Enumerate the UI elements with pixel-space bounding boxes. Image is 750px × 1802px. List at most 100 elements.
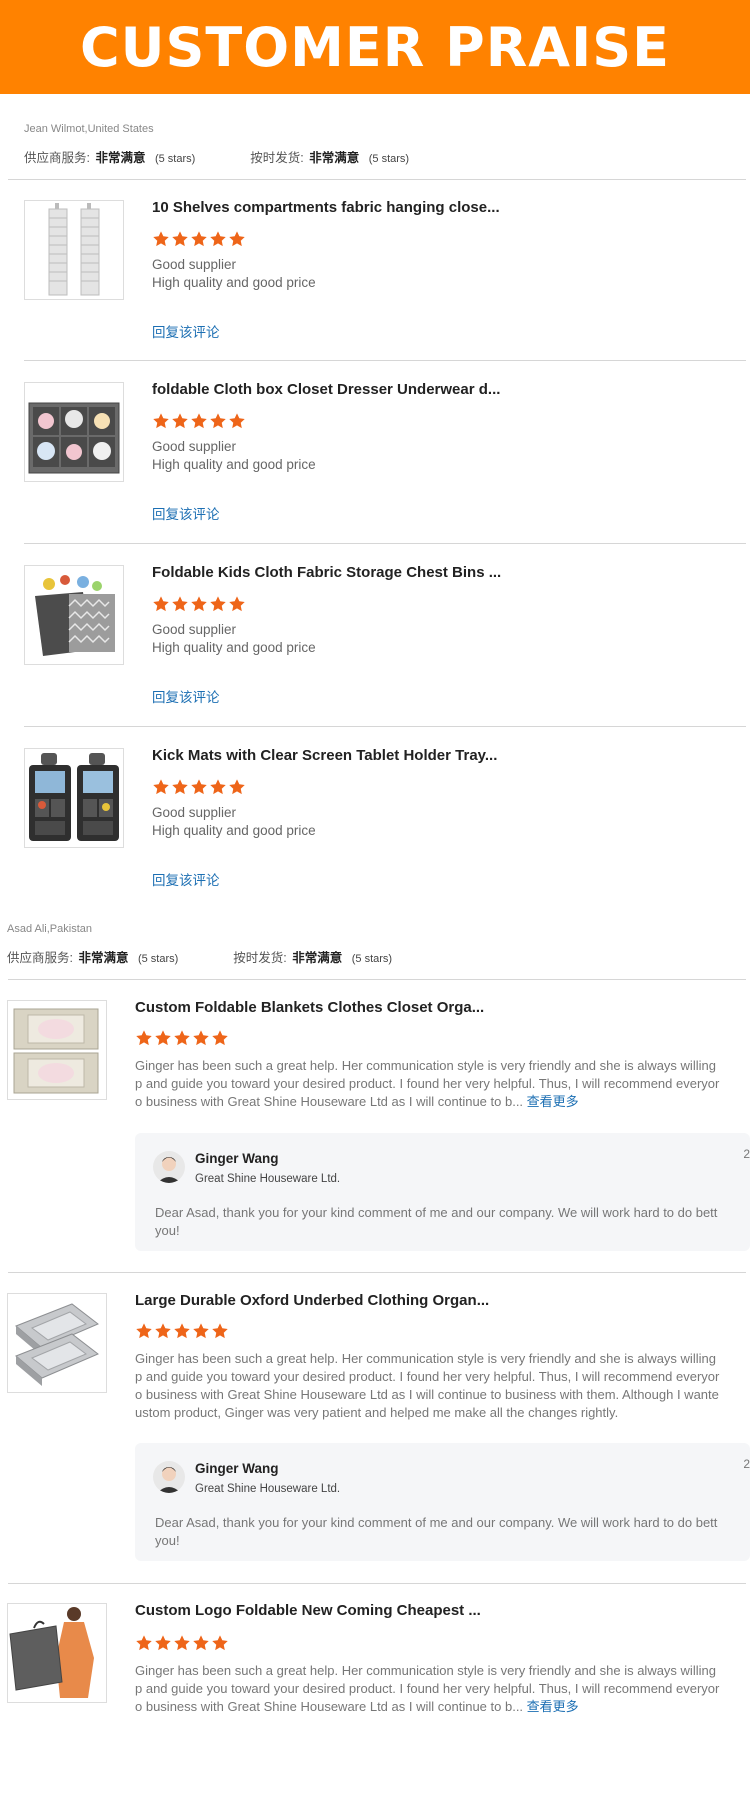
star-icon (136, 1635, 152, 1651)
star-icon (193, 1635, 209, 1651)
reply-comment-link[interactable]: 回复该评论 (152, 686, 220, 706)
star-icon (193, 1323, 209, 1339)
star-icon (174, 1635, 190, 1651)
star-icon (229, 231, 245, 247)
star-icon (229, 596, 245, 612)
star-icon (136, 1323, 152, 1339)
responder-company: Great Shine Houseware Ltd. (195, 1483, 341, 1495)
review-text: Ginger has been such a great help. Her c… (135, 1351, 720, 1420)
service-label: 供应商服务: (24, 151, 90, 165)
star-icon (153, 596, 169, 612)
star-icon (172, 413, 188, 429)
star-rating (152, 412, 247, 430)
responder-company: Great Shine Houseware Ltd. (195, 1173, 341, 1185)
star-rating (135, 1322, 230, 1340)
delivery-value: 非常满意 (292, 951, 343, 965)
star-icon (210, 596, 226, 612)
star-icon (229, 413, 245, 429)
delivery-stars: (5 stars) (351, 953, 393, 965)
review-text: Good supplier High quality and good pric… (152, 439, 316, 472)
see-more-link[interactable]: 查看更多 (527, 1699, 579, 1714)
star-icon (136, 1030, 152, 1046)
service-label: 供应商服务: (7, 951, 73, 965)
star-icon (193, 1030, 209, 1046)
review-text: Good supplier High quality and good pric… (152, 805, 316, 838)
review-text: Good supplier High quality and good pric… (152, 622, 316, 655)
review-text: Ginger has been such a great help. Her c… (135, 1663, 720, 1714)
responder-name: Ginger Wang (195, 1461, 279, 1476)
product-title[interactable]: Foldable Kids Cloth Fabric Storage Chest… (152, 564, 501, 581)
star-rating (152, 230, 247, 248)
supplier-response: Ginger Wang Great Shine Houseware Ltd. 2… (135, 1133, 750, 1251)
product-title[interactable]: 10 Shelves compartments fabric hanging c… (152, 199, 500, 216)
service-value: 非常满意 (78, 951, 129, 965)
product-image-blanket-bag[interactable] (7, 1000, 107, 1100)
star-icon (174, 1030, 190, 1046)
star-icon (153, 413, 169, 429)
customer-praise-banner: CUSTOMER PRAISE (0, 0, 750, 94)
avatar (153, 1151, 185, 1183)
product-title[interactable]: Custom Foldable Blankets Clothes Closet … (135, 999, 484, 1016)
divider (24, 543, 746, 544)
product-title[interactable]: Kick Mats with Clear Screen Tablet Holde… (152, 747, 497, 764)
star-icon (155, 1323, 171, 1339)
reply-comment-link[interactable]: 回复该评论 (152, 321, 220, 341)
product-image-drawer-organizer[interactable] (24, 382, 124, 482)
star-rating (135, 1029, 230, 1047)
star-icon (172, 231, 188, 247)
product-image-car-seat-organizer[interactable] (24, 748, 124, 848)
service-stars: (5 stars) (154, 153, 196, 165)
star-icon (191, 779, 207, 795)
star-icon (172, 596, 188, 612)
response-text: Dear Asad, thank you for your kind comme… (155, 1205, 718, 1238)
responder-name: Ginger Wang (195, 1151, 279, 1166)
response-text: Dear Asad, thank you for your kind comme… (155, 1515, 718, 1548)
star-rating (152, 778, 247, 796)
supplier-ratings: 供应商服务: 非常满意 (5 stars) 按时发货: 非常满意 (5 star… (24, 147, 409, 166)
product-title[interactable]: Custom Logo Foldable New Coming Cheapest… (135, 1602, 481, 1619)
product-image-toy-chest[interactable] (24, 565, 124, 665)
star-icon (155, 1030, 171, 1046)
reviewer-name: Jean Wilmot,United States (24, 123, 154, 135)
delivery-value: 非常满意 (309, 151, 360, 165)
star-icon (191, 231, 207, 247)
star-icon (212, 1323, 228, 1339)
star-rating (152, 595, 247, 613)
star-icon (191, 596, 207, 612)
star-icon (229, 779, 245, 795)
star-icon (212, 1030, 228, 1046)
response-date: 2 (743, 1147, 750, 1161)
star-rating (135, 1634, 230, 1652)
banner-title: CUSTOMER PRAISE (80, 15, 670, 79)
service-value: 非常满意 (95, 151, 146, 165)
review-text: Good supplier High quality and good pric… (152, 257, 316, 290)
star-icon (210, 413, 226, 429)
reply-comment-link[interactable]: 回复该评论 (152, 503, 220, 523)
star-icon (212, 1635, 228, 1651)
review-text: Ginger has been such a great help. Her c… (135, 1058, 720, 1109)
delivery-stars: (5 stars) (368, 153, 410, 165)
star-icon (191, 413, 207, 429)
reply-comment-link[interactable]: 回复该评论 (152, 869, 220, 889)
product-title[interactable]: foldable Cloth box Closet Dresser Underw… (152, 381, 500, 398)
product-image-hanging-shelf[interactable] (24, 200, 124, 300)
star-icon (153, 779, 169, 795)
star-icon (210, 779, 226, 795)
divider (8, 1272, 746, 1273)
divider (24, 726, 746, 727)
divider (24, 360, 746, 361)
avatar (153, 1461, 185, 1493)
delivery-label: 按时发货: (233, 951, 287, 965)
see-more-link[interactable]: 查看更多 (527, 1094, 579, 1109)
supplier-ratings: 供应商服务: 非常满意 (5 stars) 按时发货: 非常满意 (5 star… (7, 947, 392, 966)
service-stars: (5 stars) (137, 953, 179, 965)
response-date: 2 (743, 1457, 750, 1471)
divider (8, 179, 746, 180)
product-image-underbed-bag[interactable] (7, 1293, 107, 1393)
divider (8, 1583, 746, 1584)
reviewer-name: Asad Ali,Pakistan (7, 923, 92, 935)
product-image-garment-bag[interactable] (7, 1603, 107, 1703)
product-title[interactable]: Large Durable Oxford Underbed Clothing O… (135, 1292, 489, 1309)
divider (8, 979, 746, 980)
star-icon (155, 1635, 171, 1651)
